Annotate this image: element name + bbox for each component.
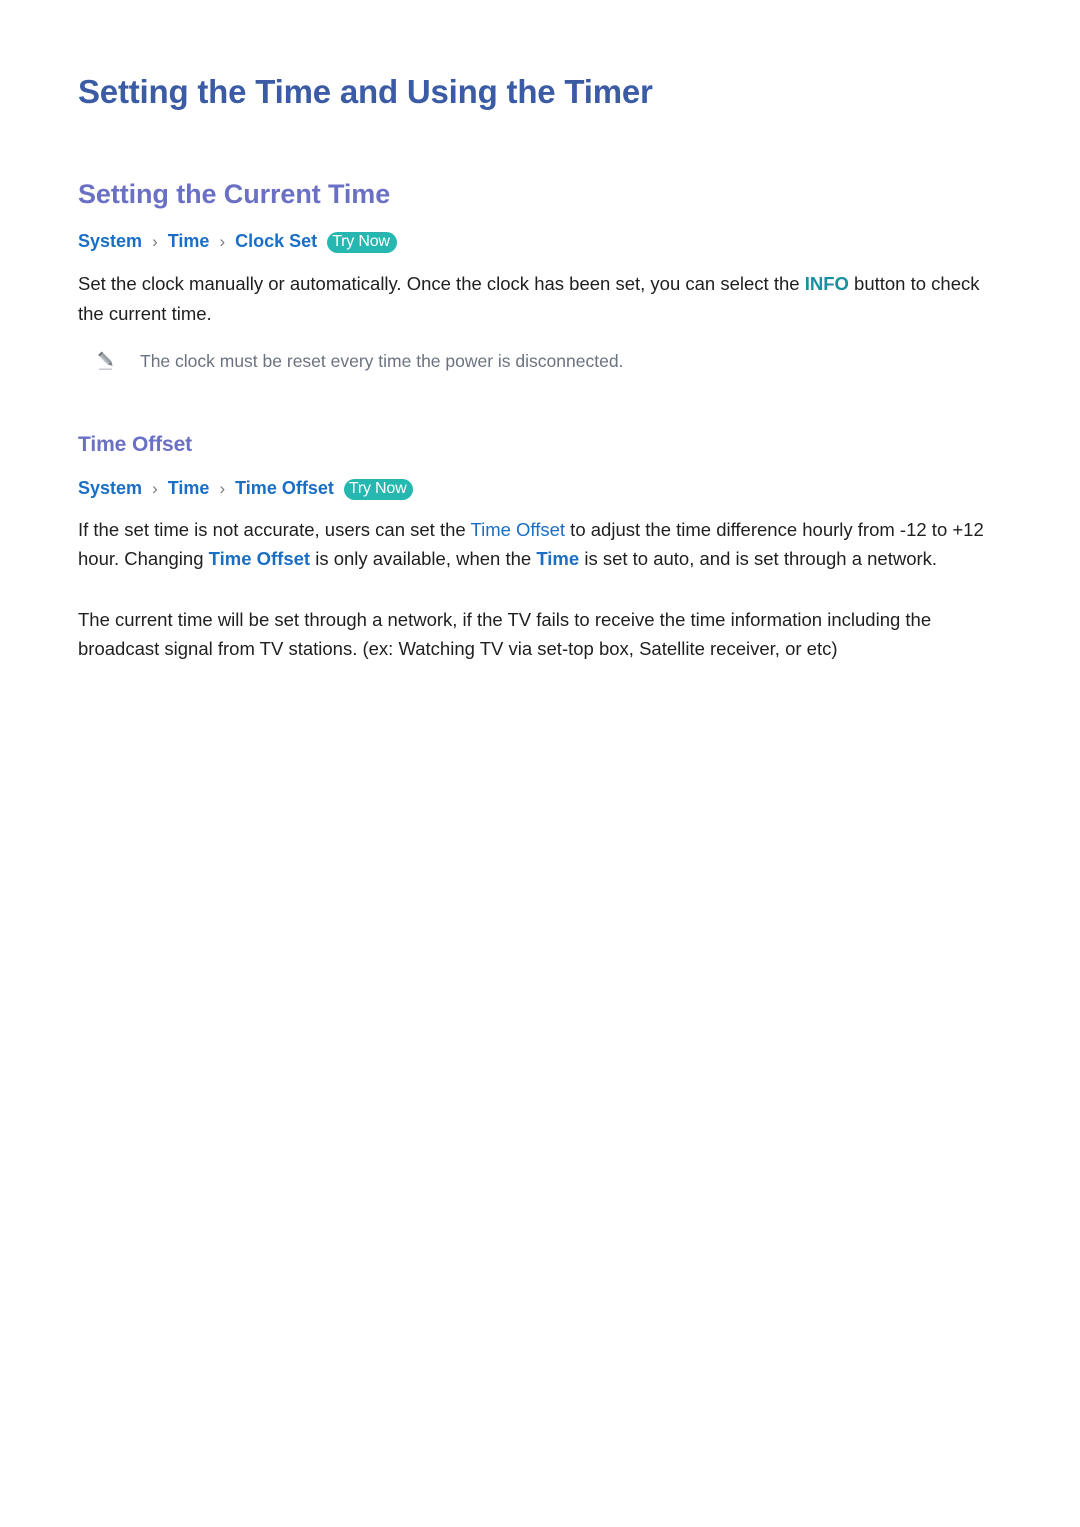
breadcrumb-clock-set: System › Time › Clock Set Try Now	[78, 230, 1002, 253]
breadcrumb-item-time-offset[interactable]: Time Offset	[235, 478, 334, 498]
paragraph-network-time: The current time will be set through a n…	[78, 609, 932, 660]
content-column: Setting the Time and Using the Timer Set…	[78, 0, 1002, 664]
paragraph-text-part: Set the clock manually or automatically.…	[78, 273, 805, 295]
breadcrumb-item-time[interactable]: Time	[168, 231, 210, 251]
breadcrumb-item-clock-set[interactable]: Clock Set	[235, 231, 317, 251]
try-now-badge-time-offset[interactable]: Try Now	[343, 479, 414, 501]
page-title: Setting the Time and Using the Timer	[78, 73, 653, 110]
chevron-right-icon: ›	[152, 231, 158, 251]
paragraph-time-offset-description: If the set time is not accurate, users c…	[78, 501, 1002, 573]
chevron-right-icon: ›	[219, 479, 226, 499]
breadcrumb-item-time[interactable]: Time	[168, 478, 210, 498]
document-page: Setting the Time and Using the Timer Set…	[0, 0, 1080, 1527]
breadcrumb-item-system[interactable]: System	[78, 478, 142, 498]
chevron-right-icon: ›	[152, 479, 158, 499]
time-reference: Time	[536, 547, 580, 569]
chevron-right-icon: ›	[219, 231, 226, 251]
time-offset-reference: Time Offset	[470, 518, 566, 540]
paragraph-text-part: is only available, when the	[310, 547, 537, 569]
paragraph-clock-set: Set the clock manually or automatically.…	[78, 253, 1002, 327]
sub-heading-time-offset: Time Offset	[78, 433, 193, 457]
info-button-reference: INFO	[804, 273, 849, 295]
try-now-badge-clock-set[interactable]: Try Now	[327, 231, 397, 253]
section-heading-current-time: Setting the Current Time	[78, 178, 391, 209]
breadcrumb-time-offset: System › Time › Time Offset Try Now	[78, 477, 1002, 501]
note-text: The clock must be reset every time the p…	[140, 350, 624, 371]
note-clock-reset: The clock must be reset every time the p…	[78, 328, 1002, 374]
pencil-icon	[96, 350, 118, 372]
time-offset-reference: Time Offset	[208, 547, 311, 569]
paragraph-text-part: If the set time is not accurate, users c…	[78, 518, 471, 540]
paragraph-text-part: is set to auto, and is set through a net…	[579, 547, 938, 569]
breadcrumb-item-system[interactable]: System	[78, 231, 142, 251]
